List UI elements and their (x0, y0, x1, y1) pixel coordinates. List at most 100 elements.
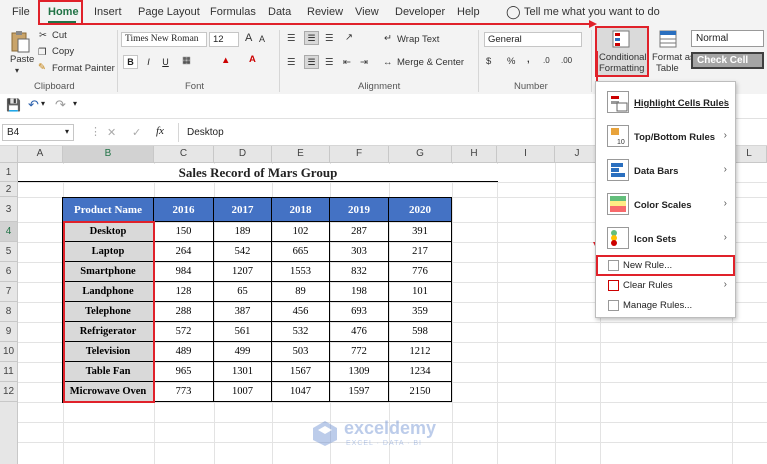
value-cell[interactable]: 561 (214, 322, 272, 342)
value-cell[interactable]: 532 (272, 322, 330, 342)
value-cell[interactable]: 189 (214, 222, 272, 242)
menu-item-data-bars[interactable]: Data Bars › (596, 154, 735, 186)
value-cell[interactable]: 1309 (330, 362, 389, 382)
value-cell[interactable]: 965 (154, 362, 214, 382)
value-cell[interactable]: 387 (214, 302, 272, 322)
comma-style-button[interactable]: , (527, 54, 530, 65)
tab-formulas[interactable]: Formulas (210, 6, 256, 18)
menu-item-top-bottom-rules[interactable]: 10 Top/Bottom Rules › (596, 120, 735, 152)
col-header-g[interactable]: G (389, 146, 452, 163)
value-cell[interactable]: 150 (154, 222, 214, 242)
grow-font-button[interactable]: A (245, 32, 252, 44)
value-cell[interactable]: 598 (389, 322, 452, 342)
decrease-decimal-icon[interactable]: .00 (561, 56, 572, 65)
col-header-d[interactable]: D (214, 146, 272, 163)
col-header-i[interactable]: I (497, 146, 555, 163)
value-cell[interactable]: 1597 (330, 382, 389, 402)
value-cell[interactable]: 1553 (272, 262, 330, 282)
align-top-icon[interactable]: ☰ (287, 33, 296, 44)
menu-item-icon-sets[interactable]: Icon Sets › (596, 222, 735, 254)
menu-item-color-scales[interactable]: Color Scales › (596, 188, 735, 220)
decrease-indent-icon[interactable]: ⇤ (343, 57, 351, 68)
value-cell[interactable]: 1007 (214, 382, 272, 402)
value-cell[interactable]: 832 (330, 262, 389, 282)
value-cell[interactable]: 542 (214, 242, 272, 262)
value-cell[interactable]: 264 (154, 242, 214, 262)
value-cell[interactable]: 128 (154, 282, 214, 302)
value-cell[interactable]: 499 (214, 342, 272, 362)
row-header-1[interactable]: 1 (0, 163, 18, 182)
tab-help[interactable]: Help (457, 6, 480, 18)
save-icon[interactable]: 💾 (6, 98, 21, 112)
value-cell[interactable]: 303 (330, 242, 389, 262)
value-cell[interactable]: 773 (154, 382, 214, 402)
tell-me-search[interactable]: Tell me what you want to do (524, 6, 660, 18)
col-header-h[interactable]: H (452, 146, 497, 163)
table-header-cell[interactable]: 2018 (272, 198, 330, 222)
copy-icon[interactable]: ❐ (38, 47, 47, 58)
align-middle-icon[interactable]: ☰ (304, 31, 319, 45)
value-cell[interactable]: 1212 (389, 342, 452, 362)
increase-indent-icon[interactable]: ⇥ (360, 57, 368, 68)
align-right-icon[interactable]: ☰ (325, 57, 334, 68)
style-check-cell[interactable]: Check Cell (691, 52, 764, 69)
value-cell[interactable]: 391 (389, 222, 452, 242)
paste-button[interactable]: Paste (10, 54, 34, 65)
tab-developer[interactable]: Developer (395, 6, 445, 18)
format-painter-icon[interactable]: ✎ (38, 62, 46, 73)
table-header-cell[interactable]: 2020 (389, 198, 452, 222)
value-cell[interactable]: 693 (330, 302, 389, 322)
value-cell[interactable]: 1567 (272, 362, 330, 382)
row-header-11[interactable]: 11 (0, 362, 18, 382)
value-cell[interactable]: 217 (389, 242, 452, 262)
value-cell[interactable]: 1301 (214, 362, 272, 382)
wrap-text-button[interactable]: Wrap Text (397, 34, 439, 45)
value-cell[interactable]: 776 (389, 262, 452, 282)
cancel-icon[interactable]: ✕ (107, 126, 116, 139)
value-cell[interactable]: 476 (330, 322, 389, 342)
paste-dropdown-icon[interactable]: ▾ (15, 66, 19, 75)
col-header-e[interactable]: E (272, 146, 330, 163)
menu-item-clear-rules[interactable]: Clear Rules › (596, 277, 735, 295)
value-cell[interactable]: 359 (389, 302, 452, 322)
value-cell[interactable]: 1207 (214, 262, 272, 282)
tab-page-layout[interactable]: Page Layout (138, 6, 200, 18)
row-header-5[interactable]: 5 (0, 242, 18, 262)
tab-insert[interactable]: Insert (94, 6, 122, 18)
italic-button[interactable]: I (141, 55, 156, 69)
select-all-corner[interactable] (0, 146, 18, 163)
row-header-7[interactable]: 7 (0, 282, 18, 302)
copy-button[interactable]: Copy (52, 46, 74, 57)
row-header-3[interactable]: 3 (0, 197, 18, 222)
col-header-j[interactable]: J (555, 146, 600, 163)
font-color-icon[interactable]: A (249, 54, 256, 65)
undo-dropdown-icon[interactable]: ▾ (41, 99, 45, 108)
col-header-c[interactable]: C (154, 146, 214, 163)
col-header-a[interactable]: A (18, 146, 63, 163)
tab-data[interactable]: Data (268, 6, 291, 18)
menu-item-highlight-cells-rules[interactable]: Highlight Cells Rules › (596, 86, 735, 118)
value-cell[interactable]: 984 (154, 262, 214, 282)
value-cell[interactable]: 101 (389, 282, 452, 302)
format-as-table-label-1[interactable]: Format as (652, 52, 695, 63)
number-format-select[interactable]: General (484, 32, 582, 47)
tab-view[interactable]: View (355, 6, 379, 18)
cut-button[interactable]: Cut (52, 30, 67, 41)
merge-center-icon[interactable]: ↔ (383, 57, 393, 68)
menu-item-manage-rules[interactable]: Manage Rules... (596, 297, 735, 315)
row-header-4[interactable]: 4 (0, 222, 18, 242)
orientation-icon[interactable]: ↗ (345, 32, 353, 43)
wrap-text-icon[interactable]: ↵ (384, 33, 392, 44)
row-header-9[interactable]: 9 (0, 322, 18, 342)
borders-icon[interactable]: ▦ (182, 55, 191, 66)
underline-button[interactable]: U (158, 55, 173, 69)
value-cell[interactable]: 287 (330, 222, 389, 242)
tab-file[interactable]: File (12, 6, 30, 18)
value-cell[interactable]: 1234 (389, 362, 452, 382)
value-cell[interactable]: 665 (272, 242, 330, 262)
currency-button[interactable]: $ (486, 56, 491, 67)
format-as-table-label-2[interactable]: Table (656, 63, 679, 74)
fill-color-icon[interactable]: ▲ (221, 55, 230, 66)
percent-button[interactable]: % (507, 56, 515, 67)
value-cell[interactable]: 102 (272, 222, 330, 242)
